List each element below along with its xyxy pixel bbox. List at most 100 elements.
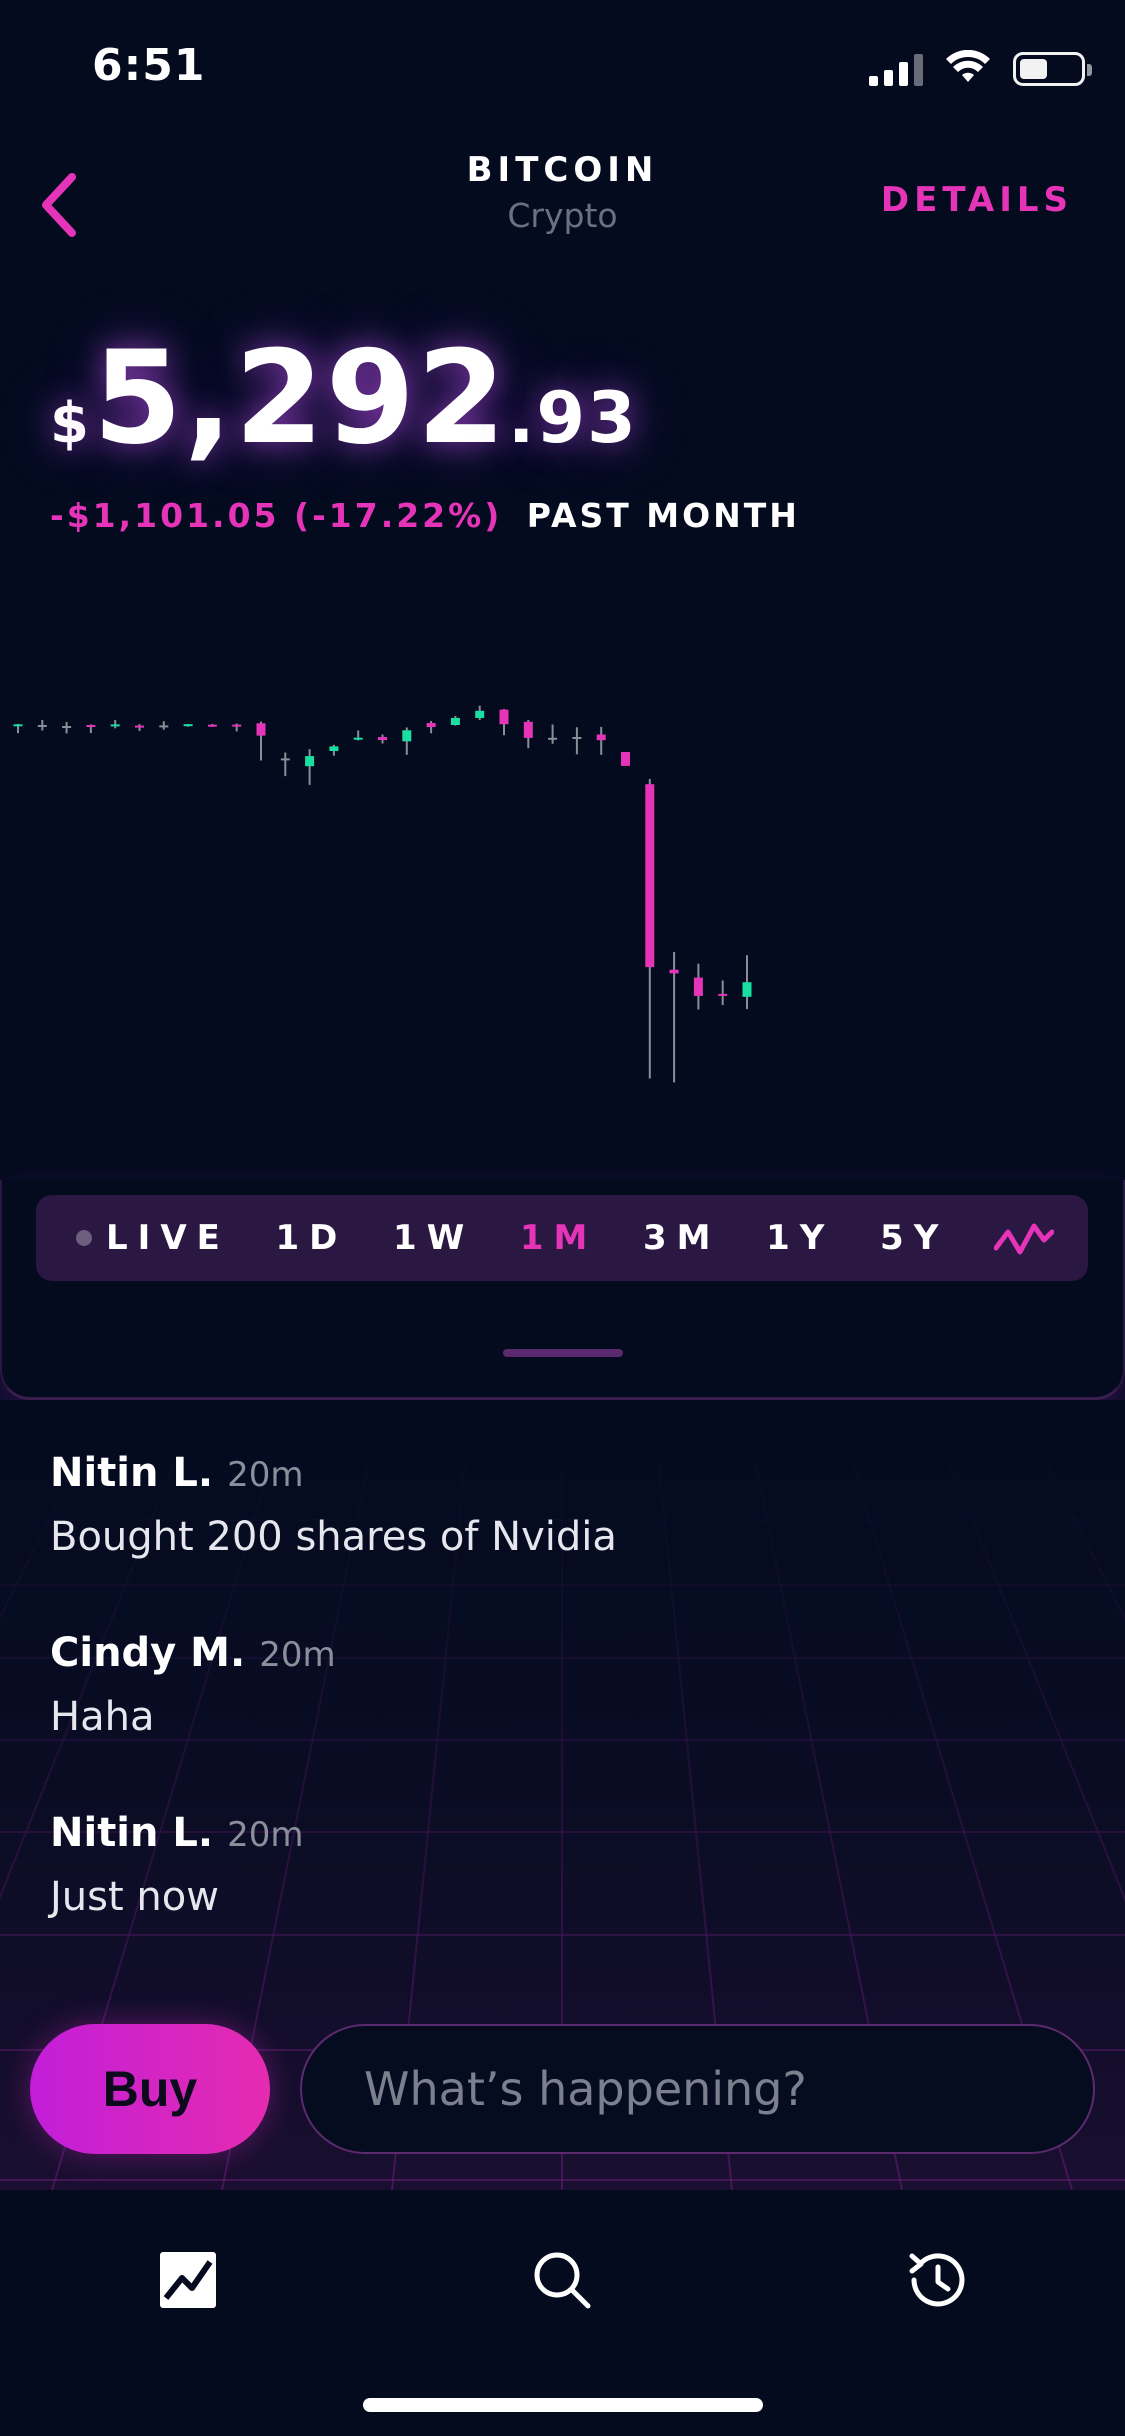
range-selector: LIVE 1D 1W 1M 3M 1Y 5Y xyxy=(36,1195,1088,1281)
battery-level xyxy=(1020,59,1047,79)
candle-body xyxy=(669,969,679,974)
candle-body xyxy=(353,737,363,740)
range-1y[interactable]: 1Y xyxy=(766,1218,834,1258)
range-1d[interactable]: 1D xyxy=(276,1218,348,1258)
candle-body xyxy=(232,724,242,727)
feed-item[interactable]: Nitin L. 20m Bought 200 shares of Nvidia xyxy=(50,1450,1075,1630)
feed-text: Bought 200 shares of Nvidia xyxy=(50,1514,617,1560)
candle xyxy=(353,730,363,741)
message-input[interactable] xyxy=(300,2024,1095,2154)
candle xyxy=(13,723,23,734)
candle xyxy=(499,709,509,736)
history-icon xyxy=(909,2253,965,2307)
candle-body xyxy=(645,784,655,968)
feed-time: 20m xyxy=(227,1455,304,1495)
home-indicator[interactable] xyxy=(363,2398,763,2412)
action-row: Buy xyxy=(0,2020,1125,2160)
range-1m[interactable]: 1M xyxy=(520,1218,598,1258)
tab-chart[interactable] xyxy=(138,2230,238,2330)
candle-body xyxy=(62,726,72,728)
candle xyxy=(62,722,72,734)
price-change-row: -$1,101.05 (-17.22%) PAST MONTH xyxy=(50,496,800,535)
candle xyxy=(693,963,703,1010)
feed-text: Haha xyxy=(50,1694,155,1740)
candle xyxy=(110,720,120,729)
candle-body xyxy=(159,725,169,728)
candle-body xyxy=(742,982,752,997)
chart-type-toggle[interactable] xyxy=(993,1218,1054,1258)
range-1w[interactable]: 1W xyxy=(393,1218,474,1258)
range-5y[interactable]: 5Y xyxy=(880,1218,948,1258)
candle-body xyxy=(329,746,339,751)
candle-body xyxy=(378,737,387,741)
candlestick-chart[interactable] xyxy=(0,640,1125,1140)
candle-body xyxy=(183,724,193,727)
cellular-signal-icon xyxy=(869,52,923,86)
candle-body xyxy=(621,752,630,766)
range-live[interactable]: LIVE xyxy=(76,1218,230,1258)
line-chart-icon xyxy=(993,1223,1054,1255)
search-icon xyxy=(534,2252,591,2309)
tab-search[interactable] xyxy=(512,2230,612,2330)
price-currency: $ xyxy=(50,391,89,456)
feed-author[interactable]: Nitin L. xyxy=(50,1450,213,1496)
price-main: 5,292 xyxy=(92,324,508,473)
feed-meta: Nitin L. 20m xyxy=(50,1810,1075,1856)
drag-handle[interactable] xyxy=(503,1349,623,1357)
range-live-label: LIVE xyxy=(106,1218,230,1258)
candle-body xyxy=(37,725,47,727)
candle-body xyxy=(426,723,436,728)
candle xyxy=(378,734,387,744)
feed-item[interactable]: Cindy M. 20m Haha xyxy=(50,1630,1075,1810)
status-icons xyxy=(869,49,1092,88)
candle-body xyxy=(135,725,144,728)
candle xyxy=(86,724,96,734)
battery-icon xyxy=(1013,52,1092,86)
status-bar: 6:51 xyxy=(0,0,1125,140)
feed-time: 20m xyxy=(227,1815,304,1855)
candle-body xyxy=(572,737,582,739)
candle xyxy=(645,779,655,1079)
candle xyxy=(207,724,217,727)
candle-body xyxy=(548,737,558,740)
tab-history[interactable] xyxy=(887,2230,987,2330)
candle-body xyxy=(86,725,96,727)
buy-button[interactable]: Buy xyxy=(30,2024,270,2154)
price: $ 5,292 .93 xyxy=(50,335,638,463)
feed-text: Just now xyxy=(50,1874,219,1920)
range-3m[interactable]: 3M xyxy=(643,1218,721,1258)
wifi-icon xyxy=(945,49,991,88)
header: BITCOIN Crypto DETAILS xyxy=(0,150,1125,260)
feed-meta: Nitin L. 20m xyxy=(50,1450,1075,1496)
change-period: PAST MONTH xyxy=(526,496,800,535)
candle-body xyxy=(475,710,485,718)
candle xyxy=(37,720,47,731)
details-link[interactable]: DETAILS xyxy=(881,180,1073,220)
feed-author[interactable]: Cindy M. xyxy=(50,1630,245,1676)
candle-body xyxy=(718,993,728,996)
candle xyxy=(621,752,630,766)
feed-item[interactable]: Nitin L. 20m Just now xyxy=(50,1810,1075,1990)
live-dot-icon xyxy=(76,1230,92,1246)
candle xyxy=(232,723,242,732)
candle xyxy=(159,721,169,730)
candle-body xyxy=(450,717,460,725)
activity-feed: Nitin L. 20m Bought 200 shares of Nvidia… xyxy=(50,1450,1075,1990)
chart-icon xyxy=(160,2252,216,2308)
candle-body xyxy=(256,723,266,736)
candle xyxy=(596,726,606,755)
candle xyxy=(742,955,752,1010)
candle xyxy=(135,724,144,731)
candle xyxy=(718,980,728,1006)
candle-body xyxy=(207,724,217,727)
feed-author[interactable]: Nitin L. xyxy=(50,1810,213,1856)
price-change: -$1,101.05 (-17.22%) xyxy=(50,496,503,535)
candle xyxy=(256,721,266,761)
candle-body xyxy=(523,721,533,738)
candle-body xyxy=(305,756,315,767)
candle xyxy=(523,720,533,749)
candle-body xyxy=(596,734,606,741)
candle xyxy=(402,727,412,755)
candle-body xyxy=(13,724,23,727)
status-time: 6:51 xyxy=(92,40,206,91)
